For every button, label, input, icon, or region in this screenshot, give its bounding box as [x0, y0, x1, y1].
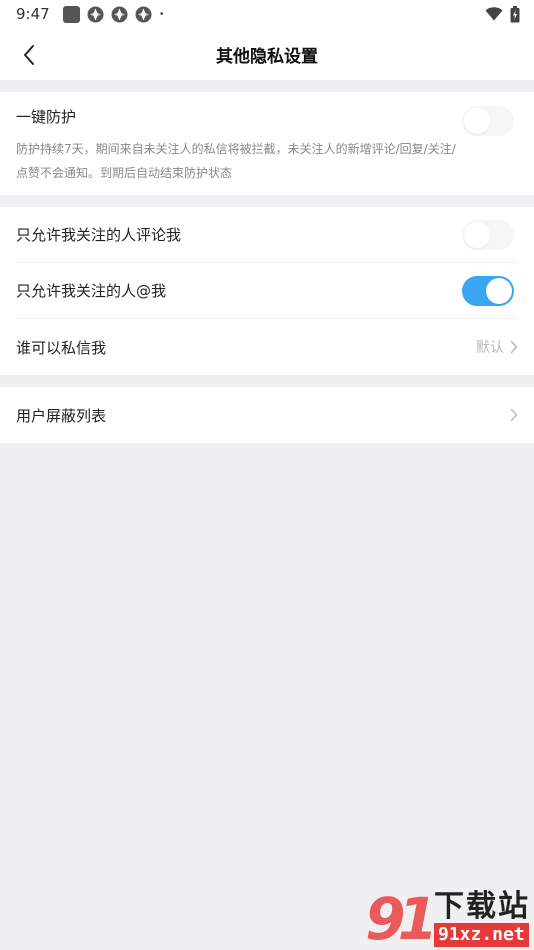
- block-list-row[interactable]: 用户屏蔽列表: [16, 387, 518, 443]
- protection-desc-line2: 点赞不会通知。到期后自动结束防护状态: [16, 166, 233, 180]
- battery-icon: [510, 5, 520, 22]
- comment-only-following-row: 只允许我关注的人评论我: [16, 207, 518, 263]
- watermark-text-cn: 下载站: [434, 889, 530, 925]
- protection-label: 一键防护: [16, 108, 77, 126]
- chevron-left-icon: [24, 45, 34, 65]
- site-watermark: 91 下载站 91xz.net: [365, 890, 530, 948]
- status-bar: 9:47 •: [0, 0, 534, 28]
- interaction-settings-section: 只允许我关注的人评论我 只允许我关注的人@我 谁可以私信我 默认: [0, 207, 534, 375]
- watermark-url: 91xz.net: [434, 922, 529, 947]
- status-time: 9:47: [16, 5, 50, 23]
- watermark-logo: 91: [365, 885, 438, 950]
- who-can-dm-value: 默认: [476, 340, 504, 356]
- status-left: 9:47 •: [16, 5, 165, 23]
- protection-desc-line1: 防护持续7天，期间来自未关注人的私信将被拦截，未关注人的新增评论/回复/关注/: [16, 142, 456, 156]
- app-icon: [87, 6, 104, 22]
- who-can-dm-row[interactable]: 谁可以私信我 默认: [16, 319, 518, 375]
- block-list-arrow-area: [510, 408, 518, 422]
- who-can-dm-label: 谁可以私信我: [16, 338, 107, 357]
- comment-only-following-label: 只允许我关注的人评论我: [16, 226, 182, 244]
- one-click-protection-row: 一键防护 防护持续7天，期间来自未关注人的私信将被拦截，未关注人的新增评论/回复…: [0, 92, 534, 195]
- app-icon: [111, 6, 128, 22]
- protection-section: 一键防护 防护持续7天，期间来自未关注人的私信将被拦截，未关注人的新增评论/回复…: [0, 92, 534, 195]
- notification-dot: •: [158, 8, 165, 20]
- mention-only-following-row: 只允许我关注的人@我: [16, 263, 518, 319]
- toggle-knob: [464, 222, 490, 248]
- notification-square-icon: [62, 5, 80, 23]
- protection-toggle[interactable]: [462, 106, 514, 136]
- wifi-icon: [485, 7, 503, 21]
- toggle-knob: [464, 108, 490, 134]
- mention-only-following-toggle[interactable]: [462, 276, 514, 306]
- chevron-right-icon: [510, 340, 518, 354]
- who-can-dm-value-area: 默认: [476, 337, 518, 357]
- back-button[interactable]: [12, 38, 46, 72]
- block-list-section: 用户屏蔽列表: [0, 387, 534, 443]
- protection-description: 防护持续7天，期间来自未关注人的私信将被拦截，未关注人的新增评论/回复/关注/ …: [16, 137, 518, 185]
- top-area: 9:47 • 其他隐私设置: [0, 0, 534, 80]
- toggle-knob: [486, 278, 512, 304]
- mention-only-following-label: 只允许我关注的人@我: [16, 282, 167, 300]
- page-title: 其他隐私设置: [216, 46, 318, 67]
- watermark-text: 下载站 91xz.net: [434, 891, 530, 947]
- nav-bar: 其他隐私设置: [0, 28, 534, 80]
- comment-only-following-toggle[interactable]: [462, 220, 514, 250]
- chevron-right-icon: [510, 408, 518, 422]
- status-right: [485, 5, 520, 23]
- block-list-label: 用户屏蔽列表: [16, 406, 107, 425]
- app-icon: [135, 6, 152, 22]
